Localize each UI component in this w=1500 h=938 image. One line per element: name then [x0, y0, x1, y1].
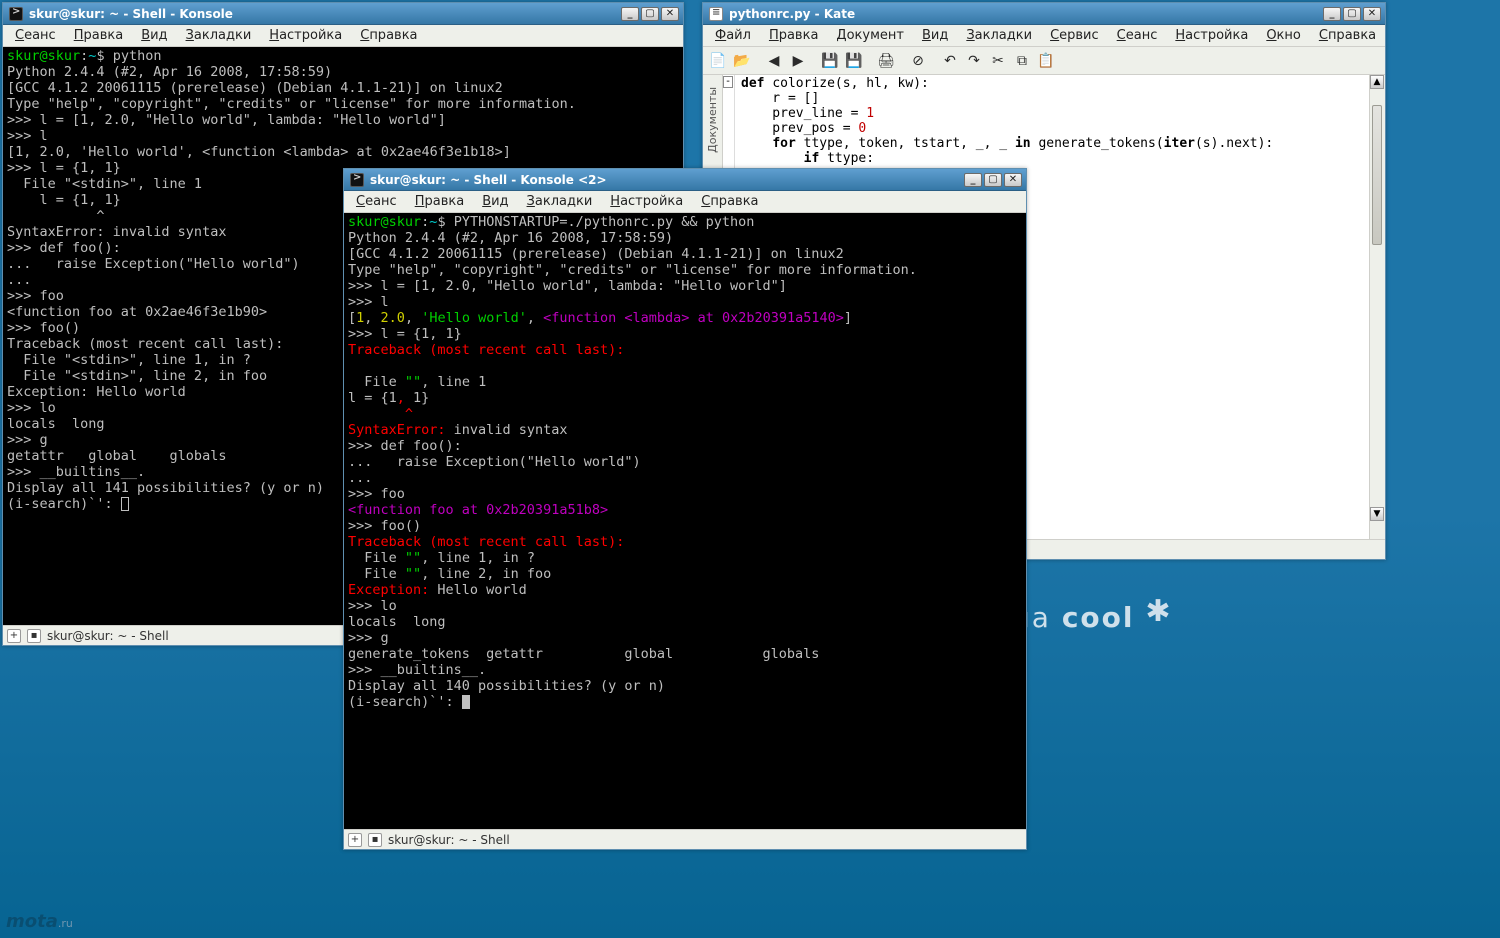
minimize-button[interactable]: _	[621, 7, 639, 21]
back-icon[interactable]: ◀	[763, 50, 785, 72]
menu-item-4[interactable]: Закладки	[958, 26, 1040, 45]
scroll-thumb[interactable]	[1372, 105, 1382, 245]
desktop-watermark: ua cool ✱	[1012, 600, 1173, 635]
maximize-button[interactable]: ▢	[984, 173, 1002, 187]
save-icon[interactable]: 💾	[819, 50, 841, 72]
menu-item-0[interactable]: Сеанс	[348, 192, 405, 211]
menu-item-5[interactable]: Справка	[352, 26, 425, 45]
new-tab-icon[interactable]: +	[348, 833, 362, 847]
menu-item-5[interactable]: Сервис	[1042, 26, 1107, 45]
menu-item-8[interactable]: Окно	[1258, 26, 1309, 45]
kate-side-documents[interactable]: Документы	[706, 83, 719, 157]
konsole-app-icon	[350, 173, 364, 187]
open-file-icon[interactable]: 📂	[731, 50, 753, 72]
menu-item-3[interactable]: Вид	[914, 26, 956, 45]
menu-item-3[interactable]: Закладки	[519, 192, 601, 211]
close-button[interactable]: ✕	[1004, 173, 1022, 187]
menu-item-0[interactable]: Файл	[707, 26, 759, 45]
minimize-button[interactable]: _	[1323, 7, 1341, 21]
menu-item-4[interactable]: Настройка	[261, 26, 350, 45]
redo-icon[interactable]: ↷	[963, 50, 985, 72]
mota-watermark: mota.ru	[6, 911, 73, 932]
kate-scrollbar[interactable]: ▲ ▼	[1369, 75, 1385, 539]
konsole-app-icon	[9, 7, 23, 21]
new-file-icon[interactable]: 📄	[707, 50, 729, 72]
forward-icon[interactable]: ▶	[787, 50, 809, 72]
konsole2-statusbar: + ▪ skur@skur: ~ - Shell	[344, 829, 1026, 849]
konsole2-titlebar[interactable]: skur@skur: ~ - Shell - Konsole <2> _ ▢ ✕	[344, 169, 1026, 191]
menu-item-2[interactable]: Вид	[133, 26, 175, 45]
menu-item-6[interactable]: Сеанс	[1109, 26, 1166, 45]
konsole2-title: skur@skur: ~ - Shell - Konsole <2>	[370, 173, 607, 187]
menu-item-4[interactable]: Настройка	[602, 192, 691, 211]
scroll-down-icon[interactable]: ▼	[1370, 507, 1384, 521]
menu-item-0[interactable]: Сеанс	[7, 26, 64, 45]
menu-item-1[interactable]: Правка	[761, 26, 826, 45]
undo-icon[interactable]: ↶	[939, 50, 961, 72]
close-button[interactable]: ✕	[1363, 7, 1381, 21]
maximize-button[interactable]: ▢	[641, 7, 659, 21]
kate-titlebar[interactable]: pythonrc.py - Kate _ ▢ ✕	[703, 3, 1385, 25]
konsole1-menubar: СеансПравкаВидЗакладкиНастройкаСправка	[3, 25, 683, 47]
kate-app-icon	[709, 7, 723, 21]
minimize-button[interactable]: _	[964, 173, 982, 187]
shell-tab-icon[interactable]: ▪	[368, 833, 382, 847]
shell-tab-icon[interactable]: ▪	[27, 629, 41, 643]
scroll-up-icon[interactable]: ▲	[1370, 75, 1384, 89]
paste-icon[interactable]: 📋	[1035, 50, 1057, 72]
print-icon[interactable]: 🖨	[875, 50, 897, 72]
konsole1-tab-label[interactable]: skur@skur: ~ - Shell	[47, 629, 169, 643]
copy-icon[interactable]: ⧉	[1011, 50, 1033, 72]
menu-item-9[interactable]: Справка	[1311, 26, 1384, 45]
konsole2-window: skur@skur: ~ - Shell - Konsole <2> _ ▢ ✕…	[343, 168, 1027, 850]
close-doc-icon[interactable]: ⊘	[907, 50, 929, 72]
menu-item-1[interactable]: Правка	[66, 26, 131, 45]
maximize-button[interactable]: ▢	[1343, 7, 1361, 21]
kate-toolbar: 📄 📂 ◀ ▶ 💾 💾 🖨 ⊘ ↶ ↷ ✂ ⧉ 📋	[703, 47, 1385, 75]
konsole2-tab-label[interactable]: skur@skur: ~ - Shell	[388, 833, 510, 847]
menu-item-2[interactable]: Документ	[828, 26, 912, 45]
menu-item-1[interactable]: Правка	[407, 192, 472, 211]
menu-item-7[interactable]: Настройка	[1167, 26, 1256, 45]
save-all-icon[interactable]: 💾	[843, 50, 865, 72]
new-tab-icon[interactable]: +	[7, 629, 21, 643]
konsole2-menubar: СеансПравкаВидЗакладкиНастройкаСправка	[344, 191, 1026, 213]
kate-title: pythonrc.py - Kate	[729, 7, 855, 21]
kate-menubar: ФайлПравкаДокументВидЗакладкиСервисСеанс…	[703, 25, 1385, 47]
menu-item-5[interactable]: Справка	[693, 192, 766, 211]
close-button[interactable]: ✕	[661, 7, 679, 21]
menu-item-2[interactable]: Вид	[474, 192, 516, 211]
cut-icon[interactable]: ✂	[987, 50, 1009, 72]
menu-item-3[interactable]: Закладки	[178, 26, 260, 45]
konsole1-titlebar[interactable]: skur@skur: ~ - Shell - Konsole _ ▢ ✕	[3, 3, 683, 25]
fold-toggle-icon[interactable]: -	[723, 76, 733, 88]
konsole2-terminal[interactable]: skur@skur:~$ PYTHONSTARTUP=./pythonrc.py…	[344, 213, 1026, 829]
konsole1-title: skur@skur: ~ - Shell - Konsole	[29, 7, 233, 21]
